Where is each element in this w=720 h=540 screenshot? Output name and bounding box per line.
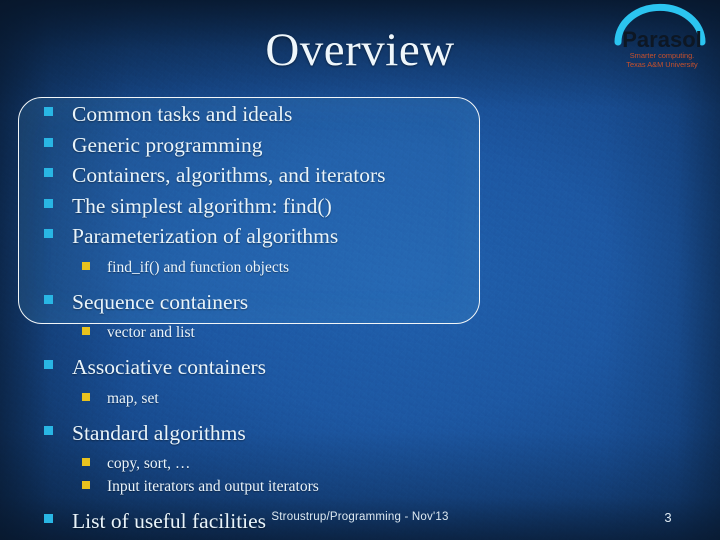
bullet-text: Input iterators and output iterators	[107, 478, 319, 495]
bullet-item-level2: find_if() and function objects	[0, 257, 720, 279]
bullet-text: The simplest algorithm: find()	[72, 193, 332, 218]
footer-text: Stroustrup/Programming - Nov'13	[271, 511, 449, 523]
bullet-item-level2: map, set	[0, 388, 720, 410]
bullet-marker-level2-icon	[82, 481, 90, 489]
slide-body: Common tasks and ideals Generic programmi…	[0, 100, 720, 540]
bullet-marker-level1-icon	[44, 294, 53, 304]
bullet-marker-level1-icon	[44, 229, 53, 238]
parasol-wordmark: Parasol	[622, 27, 702, 52]
slide: Overview Common tasks and ideals Generic …	[0, 0, 720, 540]
bullet-text: find_if() and function objects	[107, 258, 290, 276]
bullet-text: Common tasks and ideals	[72, 102, 293, 126]
bullet-item-level1: Common tasks and ideals	[0, 100, 720, 129]
bullet-item-level1: The simplest algorithm: find()	[0, 192, 720, 221]
bullet-item-level2: copy, sort, …	[0, 453, 720, 475]
bullet-marker-level2-icon	[82, 327, 90, 335]
bullet-marker-level2-icon	[82, 392, 90, 401]
bullet-text: Containers, algorithms, and iterators	[72, 163, 386, 187]
bullet-text: Standard algorithms	[72, 420, 246, 445]
bullet-item-level1: Containers, algorithms, and iterators	[0, 161, 720, 190]
bullet-text: vector and list	[107, 324, 195, 341]
bullet-marker-level1-icon	[44, 137, 53, 147]
bullet-item-level1: Associative containers	[0, 353, 720, 382]
bullet-marker-level1-icon	[44, 425, 53, 435]
bullet-marker-level1-icon	[44, 198, 53, 208]
page-number: 3	[664, 510, 672, 525]
parasol-logo-icon: Parasol Smarter computing. Texas A&M Uni…	[614, 3, 706, 69]
bullet-item-level1: Parameterization of algorithms	[0, 222, 720, 251]
bullet-text: Parameterization of algorithms	[72, 224, 339, 248]
parasol-logo: Parasol Smarter computing. Texas A&M Uni…	[608, 2, 716, 70]
bullet-marker-level2-icon	[82, 458, 90, 466]
bullet-text: Associative containers	[72, 355, 267, 379]
bullet-text: Sequence containers	[72, 289, 249, 314]
bullet-text: map, set	[107, 389, 159, 407]
bullet-text: copy, sort, …	[107, 455, 191, 472]
bullet-marker-level1-icon	[44, 107, 53, 116]
bullet-item-level1: Standard algorithms	[0, 419, 720, 448]
bullet-item-level1: Generic programming	[0, 131, 720, 160]
bullet-item-level1: Sequence containers	[0, 288, 720, 317]
bullet-marker-level2-icon	[82, 261, 90, 270]
parasol-tagline-line1: Smarter computing.	[630, 51, 695, 60]
bullet-item-level2: vector and list	[0, 322, 720, 344]
bullet-marker-level1-icon	[44, 360, 53, 369]
parasol-tagline-line2: Texas A&M University	[626, 60, 698, 69]
bullet-item-level2: Input iterators and output iterators	[0, 476, 720, 498]
bullet-text: Generic programming	[72, 132, 263, 157]
bullet-marker-level1-icon	[44, 168, 53, 177]
